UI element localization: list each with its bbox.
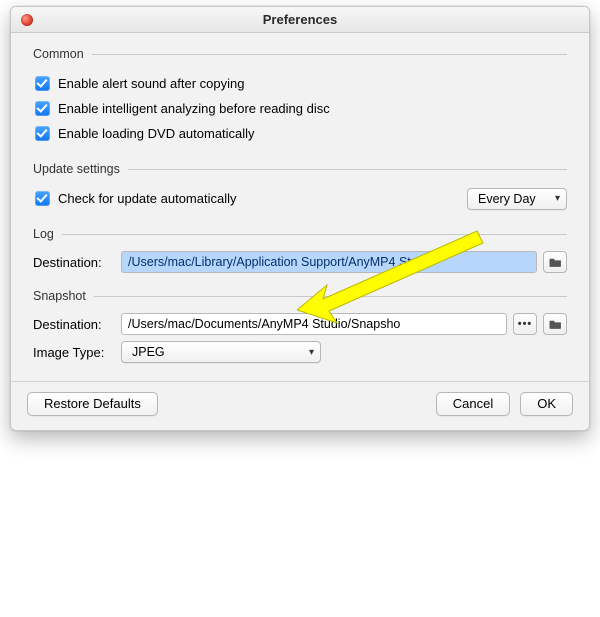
opt-alert-sound[interactable]: Enable alert sound after copying xyxy=(33,71,567,96)
opt-label: Enable intelligent analyzing before read… xyxy=(58,101,330,116)
chevron-down-icon: ▾ xyxy=(555,193,560,204)
cancel-button[interactable]: Cancel xyxy=(436,392,510,416)
folder-icon xyxy=(549,257,562,268)
browse-log-button[interactable] xyxy=(543,251,567,273)
group-snapshot: Snapshot Destination: /Users/mac/Documen… xyxy=(33,289,567,363)
ok-button[interactable]: OK xyxy=(520,392,573,416)
snap-dest-label: Destination: xyxy=(33,317,121,332)
checkbox-icon[interactable] xyxy=(35,101,50,116)
opt-label: Enable alert sound after copying xyxy=(58,76,244,91)
select-value: JPEG xyxy=(132,345,165,359)
folder-icon xyxy=(549,319,562,330)
window-title: Preferences xyxy=(263,12,337,27)
dialog-footer: Restore Defaults Cancel OK xyxy=(11,381,589,430)
more-button[interactable]: ••• xyxy=(513,313,537,335)
group-update: Update settings Check for update automat… xyxy=(33,162,567,211)
imgtype-select[interactable]: JPEG ▾ xyxy=(121,341,321,363)
group-log: Log Destination: /Users/mac/Library/Appl… xyxy=(33,227,567,273)
log-dest-field[interactable]: /Users/mac/Library/Application Support/A… xyxy=(121,251,537,273)
snap-dest-field[interactable]: /Users/mac/Documents/AnyMP4 Studio/Snaps… xyxy=(121,313,507,335)
opt-intelligent-analyze[interactable]: Enable intelligent analyzing before read… xyxy=(33,96,567,121)
imgtype-label: Image Type: xyxy=(33,345,121,360)
titlebar: Preferences xyxy=(11,7,589,33)
checkbox-icon[interactable] xyxy=(35,76,50,91)
browse-snapshot-button[interactable] xyxy=(543,313,567,335)
ellipsis-icon: ••• xyxy=(518,318,533,330)
close-icon[interactable] xyxy=(21,14,33,26)
group-legend-update: Update settings xyxy=(33,162,567,176)
log-destination-row: Destination: /Users/mac/Library/Applicat… xyxy=(33,251,567,273)
snapshot-destination-row: Destination: /Users/mac/Documents/AnyMP4… xyxy=(33,313,567,335)
opt-label: Enable loading DVD automatically xyxy=(58,126,255,141)
group-common: Common Enable alert sound after copying … xyxy=(33,47,567,146)
group-legend-log: Log xyxy=(33,227,567,241)
snapshot-imgtype-row: Image Type: JPEG ▾ xyxy=(33,341,567,363)
update-interval-select[interactable]: Every Day ▾ xyxy=(467,188,567,210)
group-legend-common: Common xyxy=(33,47,567,61)
chevron-down-icon: ▾ xyxy=(309,347,314,358)
group-legend-snapshot: Snapshot xyxy=(33,289,567,303)
dialog-body: Common Enable alert sound after copying … xyxy=(11,33,589,381)
opt-label: Check for update automatically xyxy=(58,191,236,206)
preferences-window: Preferences Common Enable alert sound af… xyxy=(10,6,590,431)
opt-check-update-auto[interactable]: Check for update automatically xyxy=(33,186,238,211)
opt-load-dvd-auto[interactable]: Enable loading DVD automatically xyxy=(33,121,567,146)
log-dest-label: Destination: xyxy=(33,255,121,270)
select-value: Every Day xyxy=(478,192,536,206)
restore-defaults-button[interactable]: Restore Defaults xyxy=(27,392,158,416)
checkbox-icon[interactable] xyxy=(35,126,50,141)
checkbox-icon[interactable] xyxy=(35,191,50,206)
